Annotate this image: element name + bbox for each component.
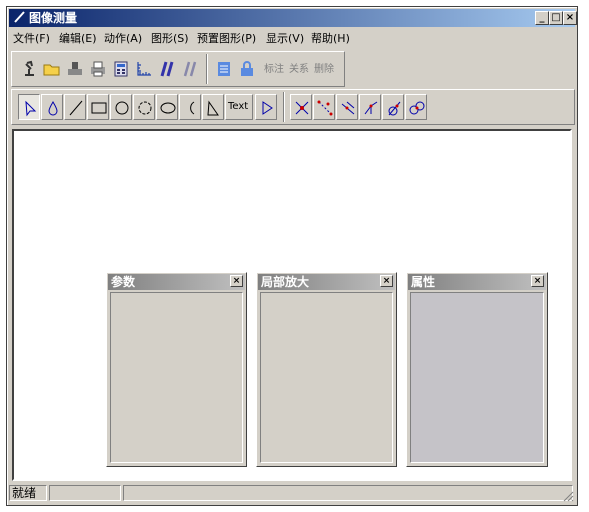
menu-help[interactable]: 帮助(H) [311,32,350,46]
params-panel-title-text: 参数 [111,275,136,289]
calculator-button[interactable] [110,56,132,82]
ellipse-icon [160,102,176,114]
cursor-arrow-icon [25,100,37,117]
measure-tool-1-button[interactable] [290,94,312,120]
toolbar-separator [206,54,208,84]
menu-view[interactable]: 显示(V) [266,32,304,46]
status-pane-2 [49,485,121,501]
polygon-tool-button[interactable] [202,94,224,120]
parallel-outline-button[interactable] [179,56,201,82]
drawing-toolbar: Text [11,89,575,125]
zoom-panel-close-button[interactable]: × [380,275,393,287]
dotted-circle-tool-button[interactable] [133,94,155,120]
drop-tool-button[interactable] [41,94,63,120]
print-icon [91,61,105,77]
annotate-button[interactable]: 标注 [264,60,284,75]
rectangle-tool-button[interactable] [87,94,109,120]
resize-grip-icon[interactable] [562,490,574,502]
arc-tool-button[interactable] [179,94,201,120]
image-canvas[interactable]: 参数 × 局部放大 × 属性 × [12,129,572,481]
menu-shape[interactable]: 图形(S) [151,32,189,46]
measure-tool-3-button[interactable] [336,94,358,120]
lock-icon [241,61,253,76]
status-text: 就绪 [9,485,47,501]
print-button[interactable] [87,56,109,82]
scanner-icon [68,62,82,75]
measure-tool-4-button[interactable] [359,94,381,120]
properties-panel-title-text: 属性 [411,275,436,289]
title-bar[interactable]: 图像测量 _ □ × [9,9,577,27]
two-circles-measure-icon [409,101,425,115]
properties-panel-body [410,292,544,463]
parallel-lines-outline-icon [183,61,197,77]
params-panel-title[interactable]: 参数 × [108,274,245,290]
params-panel-body [110,292,243,463]
angle-measure-icon [295,101,309,115]
zoom-panel-title[interactable]: 局部放大 × [258,274,395,290]
minimize-button[interactable]: _ [535,11,549,25]
app-icon [14,11,25,23]
triangle-tool-button[interactable] [255,94,277,120]
dotted-circle-icon [138,101,152,115]
menu-preset[interactable]: 预置图形(P) [197,32,256,46]
toolbar-separator [283,92,285,122]
menu-file[interactable]: 文件(F) [13,32,50,46]
calculator-icon [114,61,128,77]
zoom-panel-title-text: 局部放大 [261,275,310,289]
circle-icon [115,101,129,115]
properties-panel-title[interactable]: 属性 × [408,274,546,290]
params-panel: 参数 × [106,272,247,467]
ruler-button[interactable] [133,56,155,82]
measure-tool-2-button[interactable] [313,94,335,120]
line-icon [69,100,83,116]
document-list-icon [218,62,230,76]
line-tool-button[interactable] [64,94,86,120]
open-button[interactable] [41,56,63,82]
rectangle-icon [91,102,107,114]
properties-panel-close-button[interactable]: × [531,275,544,287]
line-measure-icon [341,101,355,115]
triangle-right-icon [262,101,273,115]
menu-edit[interactable]: 编辑(E) [59,32,97,46]
params-panel-close-button[interactable]: × [230,275,243,287]
relation-button[interactable]: 关系 [289,60,309,75]
zoom-panel: 局部放大 × [256,272,397,467]
app-window: 图像测量 _ □ × 文件(F) 编辑(E) 动作(A) 图形(S) 预置图形(… [6,6,578,506]
slope-measure-icon [364,101,378,115]
maximize-button[interactable]: □ [549,11,563,25]
microscope-icon [25,60,34,76]
arc-icon [190,101,195,115]
parallel-lines-icon [160,61,174,77]
drop-icon [48,101,58,116]
window-title: 图像测量 [29,11,78,25]
polygon-icon [207,100,219,116]
ruler-icon [137,62,151,76]
close-button[interactable]: × [563,11,577,25]
select-tool-button[interactable] [18,94,40,120]
status-pane-3 [123,485,573,501]
main-toolbar: 标注 关系 删除 [11,51,345,87]
parallel-button[interactable] [156,56,178,82]
lock-button[interactable] [236,56,258,82]
circle-line-measure-icon [388,101,401,116]
properties-panel: 属性 × [406,272,548,467]
point-line-icon [317,100,333,116]
document-list-button[interactable] [213,56,235,82]
folder-open-icon [43,64,60,76]
text-tool-button[interactable]: Text [225,94,253,120]
measure-tool-5-button[interactable] [382,94,404,120]
zoom-panel-body [260,292,393,463]
scan-button[interactable] [64,56,86,82]
circle-tool-button[interactable] [110,94,132,120]
measure-tool-6-button[interactable] [405,94,427,120]
menu-bar: 文件(F) 编辑(E) 动作(A) 图形(S) 预置图形(P) 显示(V) 帮助… [9,29,575,49]
delete-button[interactable]: 删除 [314,60,334,75]
text-tool-label: Text [228,101,249,112]
ellipse-tool-button[interactable] [156,94,178,120]
status-bar: 就绪 [9,483,575,503]
menu-action[interactable]: 动作(A) [104,32,142,46]
microscope-button[interactable] [18,56,40,82]
